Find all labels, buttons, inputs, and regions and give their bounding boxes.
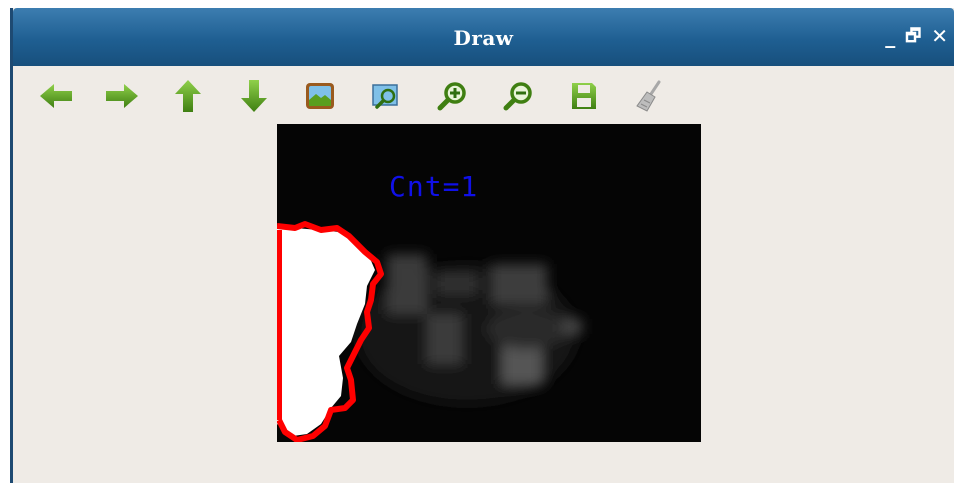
- minimize-button[interactable]: _: [885, 24, 895, 48]
- camera-frame: [277, 124, 701, 442]
- save-icon: [572, 83, 596, 109]
- count-label: Cnt=1: [389, 170, 479, 203]
- zoom-in-icon: [437, 82, 466, 111]
- image-icon: [306, 83, 334, 109]
- window-controls: _ 🗗 ✕: [885, 24, 948, 48]
- forward-button[interactable]: [103, 78, 141, 114]
- image-canvas[interactable]: Cnt=1: [277, 124, 701, 442]
- zoom-out-icon: [503, 82, 532, 111]
- back-button[interactable]: [37, 78, 75, 114]
- zoom-fit-button[interactable]: [367, 78, 405, 114]
- title-bar[interactable]: Draw _ 🗗 ✕: [13, 8, 954, 66]
- image-button[interactable]: [301, 78, 339, 114]
- down-button[interactable]: [235, 78, 273, 114]
- save-button[interactable]: [565, 78, 603, 114]
- arrow-right-icon: [106, 84, 138, 108]
- window-title: Draw: [453, 26, 514, 50]
- draw-window: Draw _ 🗗 ✕ Cnt=1: [10, 8, 954, 483]
- toolbar: [37, 78, 697, 114]
- arrow-left-icon: [40, 84, 72, 108]
- zoom-fit-icon: [372, 84, 398, 109]
- up-button[interactable]: [169, 78, 207, 114]
- arrow-down-icon: [241, 80, 267, 112]
- zoom-in-button[interactable]: [433, 78, 471, 114]
- zoom-out-button[interactable]: [499, 78, 537, 114]
- close-button[interactable]: ✕: [931, 24, 948, 48]
- arrow-up-icon: [175, 80, 201, 112]
- clear-button[interactable]: [631, 78, 669, 114]
- restore-button[interactable]: 🗗: [905, 24, 921, 48]
- broom-icon: [636, 80, 661, 112]
